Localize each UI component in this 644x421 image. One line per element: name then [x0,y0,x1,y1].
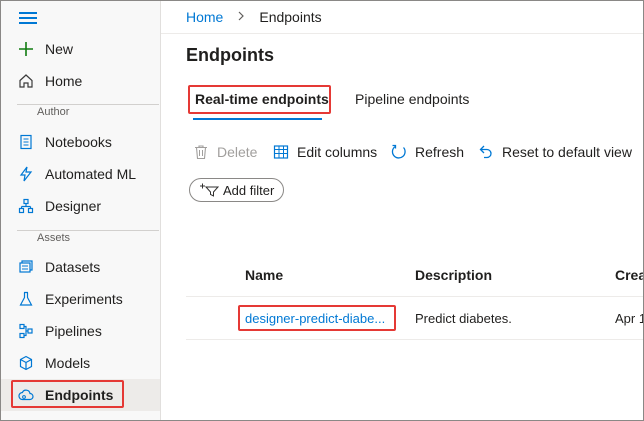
divider [17,230,159,231]
sidebar-item-new[interactable]: New [1,33,160,65]
active-tab-indicator [193,118,322,120]
cube-icon [17,354,35,372]
flask-icon [17,290,35,308]
datasets-icon [17,258,35,276]
sidebar-item-pipelines[interactable]: Pipelines [1,315,160,347]
pipelines-icon [17,322,35,340]
breadcrumb-home-link[interactable]: Home [186,9,223,25]
sidebar-item-models[interactable]: Models [1,347,160,379]
edit-columns-button[interactable]: Edit columns [272,142,377,162]
sidebar-item-endpoints[interactable]: Endpoints [1,379,160,411]
edit-columns-label: Edit columns [297,144,378,160]
sidebar-item-label: Datasets [45,259,101,275]
section-heading-author: Author [37,106,70,118]
column-header-description[interactable]: Description [415,267,492,283]
cloud-icon [17,386,35,404]
sidebar-item-label: Home [45,73,83,89]
refresh-button[interactable]: Refresh [390,142,464,162]
divider [161,33,643,34]
plus-icon [17,40,35,58]
page-title: Endpoints [186,45,274,65]
designer-icon [17,197,35,215]
reset-label: Reset to default view [502,144,632,160]
delete-label: Delete [217,144,258,160]
breadcrumb-current: Endpoints [259,9,322,25]
column-header-created[interactable]: Crea [615,267,643,283]
reset-default-view-button[interactable]: Reset to default view [477,142,632,162]
sidebar-item-experiments[interactable]: Experiments [1,283,160,315]
sidebar-item-label: Designer [45,198,102,214]
sidebar-item-label: Experiments [45,291,123,307]
home-icon [17,72,35,90]
sidebar-item-notebooks[interactable]: Notebooks [1,126,160,158]
add-filter-label: Add filter [223,182,275,198]
sidebar-item-home[interactable]: Home [1,65,160,97]
refresh-icon [390,143,408,161]
add-filter-icon [199,183,219,197]
divider [186,296,643,297]
reset-icon [477,143,495,161]
sidebar-item-label: Automated ML [45,166,137,182]
sidebar-item-designer[interactable]: Designer [1,190,160,222]
sidebar-item-label: New [45,41,74,57]
refresh-label: Refresh [415,144,465,160]
automated-ml-icon [17,165,35,183]
sidebar: New Home Author Notebooks Automated ML D… [1,1,161,420]
sidebar-item-datasets[interactable]: Datasets [1,251,160,283]
add-filter-button[interactable]: Add filter [189,178,284,202]
sidebar-item-label: Pipelines [45,323,102,339]
column-header-name[interactable]: Name [245,267,283,283]
endpoint-created: Apr 1 [615,311,644,326]
sidebar-item-label: Notebooks [45,134,112,150]
endpoint-name-link[interactable]: designer-predict-diabe... [245,311,385,326]
chevron-right-icon [237,10,245,24]
breadcrumb: Home Endpoints [186,9,322,25]
sidebar-item-automated-ml[interactable]: Automated ML [1,158,160,190]
sidebar-item-label: Endpoints [45,387,114,403]
section-heading-assets: Assets [37,232,71,244]
table-columns-icon [272,143,290,161]
trash-icon [192,143,210,161]
sidebar-item-label: Models [45,355,91,371]
divider [17,104,159,105]
delete-button[interactable]: Delete [192,142,257,162]
tab-pipeline-endpoints[interactable]: Pipeline endpoints [355,91,469,107]
hamburger-menu-icon[interactable] [19,12,37,24]
app-window: New Home Author Notebooks Automated ML D… [0,0,644,421]
endpoint-description: Predict diabetes. [415,311,512,326]
divider [186,339,643,340]
notebook-icon [17,133,35,151]
tab-real-time-endpoints[interactable]: Real-time endpoints [195,91,329,107]
